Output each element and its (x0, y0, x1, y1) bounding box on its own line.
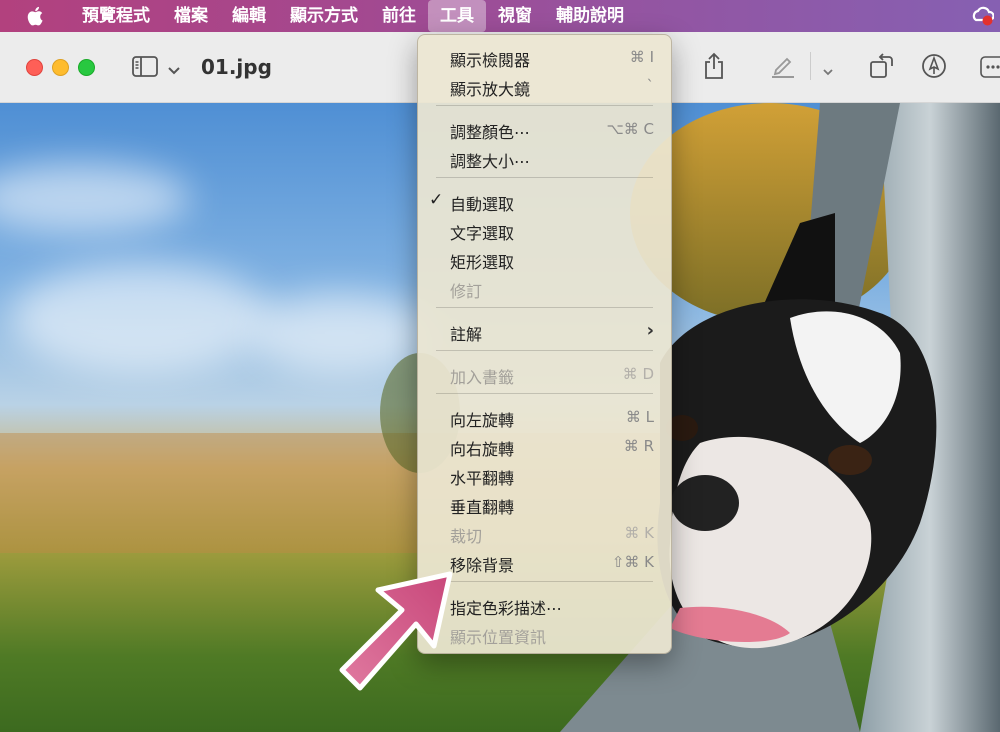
menubar-item-help[interactable]: 輔助說明 (544, 0, 636, 32)
menu-item-auto-select[interactable]: ✓ 自動選取 (418, 187, 671, 215)
menu-item-shortcut: ⌘ D (622, 365, 654, 383)
menu-item-label: 矩形選取 (450, 253, 515, 272)
menu-item-shortcut: ⌘ L (625, 408, 654, 426)
creative-cloud-icon[interactable] (972, 5, 995, 27)
more-options-icon[interactable] (980, 56, 1000, 82)
menu-separator (436, 307, 653, 308)
menubar-item-go[interactable]: 前往 (370, 0, 428, 32)
menu-separator (436, 393, 653, 394)
menubar-item-window[interactable]: 視窗 (486, 0, 544, 32)
close-window-button[interactable] (26, 59, 43, 76)
menu-item-show-magnifier[interactable]: 顯示放大鏡 ` (418, 72, 671, 100)
menu-item-label: 自動選取 (450, 195, 515, 214)
highlight-pen-icon[interactable] (770, 53, 796, 83)
menu-item-revise: 修訂 (418, 274, 671, 302)
menu-item-shortcut: ` (646, 77, 655, 95)
menu-item-rect-select[interactable]: 矩形選取 (418, 245, 671, 273)
annotation-arrow-icon (330, 560, 470, 700)
menubar-item-preview[interactable]: 預覽程式 (70, 0, 162, 32)
zoom-window-button[interactable] (78, 59, 95, 76)
menubar-item-file[interactable]: 檔案 (162, 0, 220, 32)
menubar-item-view[interactable]: 顯示方式 (278, 0, 370, 32)
menu-item-shortcut: ⇧⌘ K (611, 553, 654, 571)
menu-item-label: 向左旋轉 (450, 411, 515, 430)
menu-item-label: 註解 (450, 325, 483, 344)
menu-item-label: 調整大小⋯ (450, 152, 531, 171)
menu-separator (436, 177, 653, 178)
menu-item-label: 加入書籤 (450, 368, 515, 387)
menu-item-annotate[interactable]: 註解 › (418, 317, 671, 345)
menu-item-label: 水平翻轉 (450, 469, 515, 488)
highlight-options-chevron-icon[interactable] (822, 62, 834, 81)
menu-item-shortcut: ⌥⌘ C (606, 120, 654, 138)
chevron-down-icon[interactable] (167, 61, 181, 80)
menu-item-label: 文字選取 (450, 224, 515, 243)
menu-item-adjust-size[interactable]: 調整大小⋯ (418, 144, 671, 172)
menubar-item-tools[interactable]: 工具 (428, 0, 486, 32)
menu-item-rotate-right[interactable]: 向右旋轉 ⌘ R (418, 432, 671, 460)
menu-item-flip-vertical[interactable]: 垂直翻轉 (418, 490, 671, 518)
menu-item-rotate-left[interactable]: 向左旋轉 ⌘ L (418, 403, 671, 431)
apple-menu-icon[interactable] (26, 5, 46, 27)
menu-item-show-inspector[interactable]: 顯示檢閱器 ⌘ I (418, 43, 671, 71)
menu-item-label: 調整顏色⋯ (450, 123, 531, 142)
menu-item-label: 裁切 (450, 527, 483, 546)
chevron-right-icon: › (646, 320, 654, 341)
checkmark-icon: ✓ (429, 190, 444, 210)
rotate-icon[interactable] (869, 52, 895, 84)
menu-item-label: 修訂 (450, 282, 483, 301)
menu-item-crop: 裁切 ⌘ K (418, 519, 671, 547)
menu-item-label: 顯示放大鏡 (450, 80, 531, 99)
menu-item-label: 顯示檢閱器 (450, 51, 531, 70)
menu-bar: 預覽程式 檔案 編輯 顯示方式 前往 工具 視窗 輔助說明 (0, 0, 1000, 32)
menu-item-label: 垂直翻轉 (450, 498, 515, 517)
menubar-item-edit[interactable]: 編輯 (220, 0, 278, 32)
menu-item-add-bookmark: 加入書籤 ⌘ D (418, 360, 671, 388)
menu-item-shortcut: ⌘ K (624, 524, 654, 542)
menu-separator (436, 350, 653, 351)
toolbar-divider (810, 52, 811, 80)
menu-item-adjust-color[interactable]: 調整顏色⋯ ⌥⌘ C (418, 115, 671, 143)
minimize-window-button[interactable] (52, 59, 69, 76)
dog-nose (671, 475, 739, 531)
menu-item-flip-horizontal[interactable]: 水平翻轉 (418, 461, 671, 489)
menu-item-label: 向右旋轉 (450, 440, 515, 459)
share-icon[interactable] (703, 52, 725, 84)
menu-item-shortcut: ⌘ R (623, 437, 654, 455)
document-title: 01.jpg (201, 55, 272, 79)
sidebar-toggle-icon[interactable] (132, 56, 160, 82)
dog-eye (828, 445, 872, 475)
menu-item-shortcut: ⌘ I (629, 48, 654, 66)
menu-item-text-select[interactable]: 文字選取 (418, 216, 671, 244)
menu-separator (436, 105, 653, 106)
markup-pen-icon[interactable] (921, 53, 947, 83)
